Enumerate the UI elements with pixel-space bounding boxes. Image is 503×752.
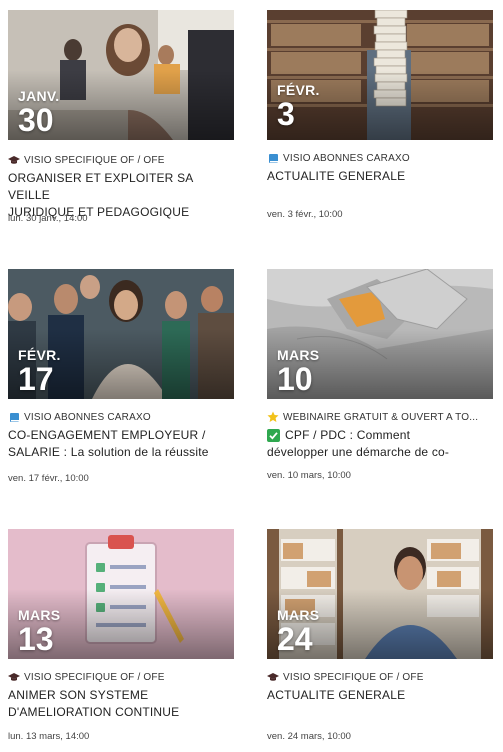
event-category: VISIO ABONNES CARAXO bbox=[267, 152, 493, 164]
check-box-icon bbox=[267, 429, 280, 442]
event-day: 3 bbox=[277, 96, 295, 132]
event-datetime: lun. 30 janv., 14:00 bbox=[8, 213, 88, 224]
event-title[interactable]: ACTUALITE GENERALE bbox=[267, 687, 493, 704]
event-datetime: lun. 13 mars, 14:00 bbox=[8, 731, 90, 742]
event-day: 24 bbox=[277, 621, 313, 657]
event-category: WEBINAIRE GRATUIT & OUVERT A TO... bbox=[267, 411, 493, 423]
event-image[interactable]: FÉVR. 3 bbox=[267, 10, 493, 140]
event-date: MARS 24 bbox=[277, 607, 319, 655]
event-day: 13 bbox=[18, 621, 54, 657]
event-image[interactable]: JANV. 30 bbox=[8, 10, 234, 140]
event-card[interactable]: MARS 10 WEBINAIRE GRATUIT & OUVERT A TO.… bbox=[267, 269, 493, 491]
graduation-cap-icon bbox=[8, 671, 20, 683]
event-title-line: SALARIE : La solution de la réussite bbox=[8, 445, 209, 459]
event-datetime: ven. 24 mars, 10:00 bbox=[267, 731, 351, 742]
event-category-label: VISIO ABONNES CARAXO bbox=[24, 411, 151, 423]
event-category-label: VISIO SPECIFIQUE OF / OFE bbox=[24, 154, 165, 166]
event-image[interactable]: MARS 10 bbox=[267, 269, 493, 399]
event-date: JANV. 30 bbox=[18, 88, 59, 136]
event-title-line: CO-ENGAGEMENT EMPLOYEUR / bbox=[8, 428, 206, 442]
event-card[interactable]: MARS 24 VISIO SPECIFIQUE OF / OFE ACTUAL… bbox=[267, 529, 493, 751]
graduation-cap-icon bbox=[8, 154, 20, 166]
event-title[interactable]: CO-ENGAGEMENT EMPLOYEUR / SALARIE : La s… bbox=[8, 427, 234, 461]
event-category: VISIO ABONNES CARAXO bbox=[8, 411, 234, 423]
event-date: MARS 13 bbox=[18, 607, 60, 655]
event-title[interactable]: CPF / PDC : Comment développer une démar… bbox=[267, 427, 493, 461]
event-day: 30 bbox=[18, 102, 54, 138]
event-title-line: développer une démarche de co- bbox=[267, 445, 450, 459]
event-card[interactable]: MARS 13 VISIO SPECIFIQUE OF / OFE ANIMER… bbox=[8, 529, 234, 751]
event-category-label: VISIO SPECIFIQUE OF / OFE bbox=[24, 671, 165, 683]
book-icon bbox=[8, 411, 20, 423]
book-icon bbox=[267, 152, 279, 164]
event-title-line: CPF / PDC : Comment bbox=[285, 428, 411, 442]
event-title-row: CPF / PDC : Comment bbox=[267, 427, 493, 444]
event-day: 17 bbox=[18, 361, 54, 397]
graduation-cap-icon bbox=[267, 671, 279, 683]
event-title-line: ORGANISER ET EXPLOITER SA VEILLE bbox=[8, 171, 193, 202]
event-card[interactable]: FÉVR. 3 VISIO ABONNES CARAXO ACTUALITE G… bbox=[267, 10, 493, 232]
event-datetime: ven. 10 mars, 10:00 bbox=[267, 470, 351, 481]
event-title-line: ACTUALITE GENERALE bbox=[267, 688, 406, 702]
event-title-line: ACTUALITE GENERALE bbox=[267, 169, 406, 183]
event-date: FÉVR. 17 bbox=[18, 347, 61, 395]
event-category-label: VISIO SPECIFIQUE OF / OFE bbox=[283, 671, 424, 683]
event-datetime: ven. 17 févr., 10:00 bbox=[8, 473, 89, 484]
event-day: 10 bbox=[277, 361, 313, 397]
event-category: VISIO SPECIFIQUE OF / OFE bbox=[267, 671, 493, 683]
event-category-label: WEBINAIRE GRATUIT & OUVERT A TO... bbox=[283, 411, 479, 423]
event-title-line: D'AMELIORATION CONTINUE bbox=[8, 705, 180, 719]
event-image[interactable]: MARS 13 bbox=[8, 529, 234, 659]
event-category-label: VISIO ABONNES CARAXO bbox=[283, 152, 410, 164]
event-card[interactable]: JANV. 30 VISIO SPECIFIQUE OF / OFE ORGAN… bbox=[8, 10, 234, 232]
event-title[interactable]: ANIMER SON SYSTEME D'AMELIORATION CONTIN… bbox=[8, 687, 234, 721]
event-date: FÉVR. 3 bbox=[277, 82, 320, 130]
star-icon bbox=[267, 411, 279, 423]
event-datetime: ven. 3 févr., 10:00 bbox=[267, 209, 343, 220]
event-date: MARS 10 bbox=[277, 347, 319, 395]
event-title-line: ANIMER SON SYSTEME bbox=[8, 688, 149, 702]
event-category: VISIO SPECIFIQUE OF / OFE bbox=[8, 671, 234, 683]
event-image[interactable]: FÉVR. 17 bbox=[8, 269, 234, 399]
event-card[interactable]: FÉVR. 17 VISIO ABONNES CARAXO CO-ENGAGEM… bbox=[8, 269, 234, 491]
event-image[interactable]: MARS 24 bbox=[267, 529, 493, 659]
event-category: VISIO SPECIFIQUE OF / OFE bbox=[8, 154, 234, 166]
event-title[interactable]: ACTUALITE GENERALE bbox=[267, 168, 493, 185]
